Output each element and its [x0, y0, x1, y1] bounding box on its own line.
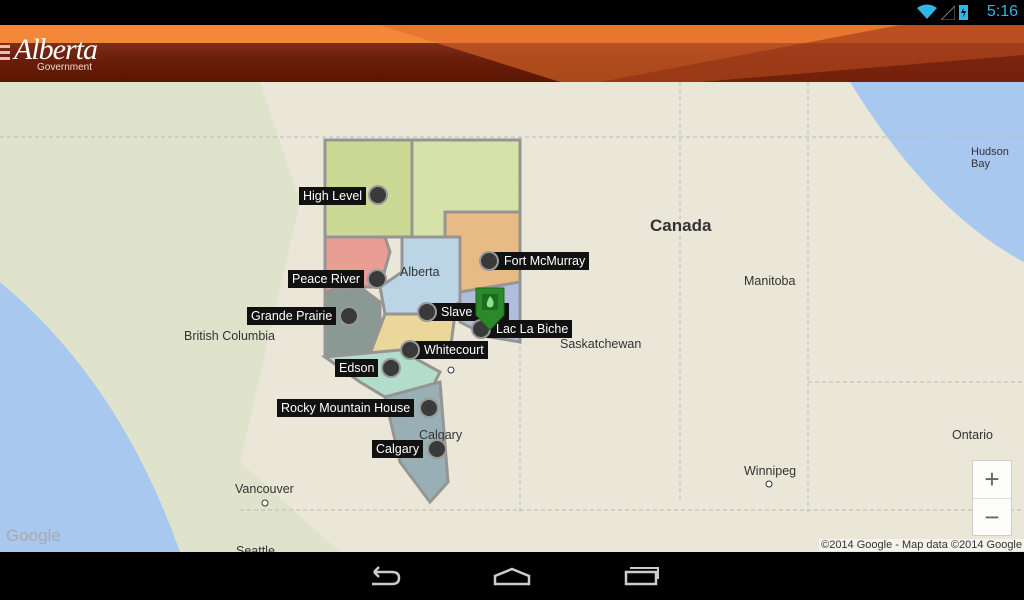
town-label[interactable]: Whitecourt — [410, 341, 488, 359]
battery-charging-icon — [959, 5, 968, 20]
town-label[interactable]: Peace River — [288, 270, 365, 288]
wifi-icon — [917, 4, 937, 19]
town-marker[interactable] — [419, 398, 439, 418]
town-label[interactable]: Edson — [335, 359, 379, 377]
header-swoosh — [380, 25, 1024, 82]
place-label: Alberta — [400, 265, 440, 279]
clock: 5:16 — [986, 3, 1018, 20]
recent-apps-icon[interactable] — [622, 566, 660, 591]
town-marker[interactable] — [339, 306, 359, 326]
town-marker[interactable] — [479, 251, 499, 271]
logo-subtitle: Government — [37, 62, 93, 73]
zoom-controls: + − — [972, 460, 1012, 536]
town-label[interactable]: Rocky Mountain House — [277, 399, 415, 417]
town-label[interactable]: Calgary — [372, 440, 424, 458]
hamburger-icon[interactable] — [0, 45, 10, 61]
place-label: Manitoba — [744, 274, 796, 288]
town-marker[interactable] — [400, 340, 420, 360]
place-label: Saskatchewan — [560, 337, 642, 351]
town-marker[interactable] — [427, 439, 447, 459]
zoom-out-button[interactable]: − — [973, 499, 1011, 537]
zoom-in-button[interactable]: + — [973, 461, 1011, 499]
town-marker[interactable] — [367, 269, 387, 289]
google-logo: Google — [6, 526, 61, 545]
town-marker[interactable] — [417, 302, 437, 322]
place-label: Canada — [650, 216, 712, 235]
place-label: Ontario — [952, 428, 993, 442]
place-label: Seattle — [236, 544, 275, 552]
fire-icon[interactable] — [475, 287, 505, 331]
place-label: Hudson Bay — [971, 146, 1009, 170]
place-label: Winnipeg — [744, 464, 797, 478]
town-label[interactable]: Fort McMurray — [490, 252, 590, 270]
status-bar: 5:16 — [0, 0, 1024, 25]
map-base — [0, 82, 1024, 552]
town-label[interactable]: High Level — [299, 187, 367, 205]
town-marker[interactable] — [381, 358, 401, 378]
back-icon[interactable] — [366, 566, 402, 591]
map-copyright: ©2014 Google - Map data ©2014 Google — [819, 539, 1024, 551]
map-view[interactable]: Canada Hudson Bay Manitoba British Colum… — [0, 82, 1024, 552]
signal-icon — [941, 5, 955, 20]
place-label: Vancouver — [235, 482, 294, 496]
app-header: Alberta Government — [0, 25, 1024, 82]
town-label[interactable]: Grande Prairie — [247, 307, 337, 325]
place-label: British Columbia — [184, 329, 276, 343]
home-icon[interactable] — [493, 566, 531, 591]
navigation-bar — [0, 552, 1024, 600]
town-marker[interactable] — [368, 185, 388, 205]
